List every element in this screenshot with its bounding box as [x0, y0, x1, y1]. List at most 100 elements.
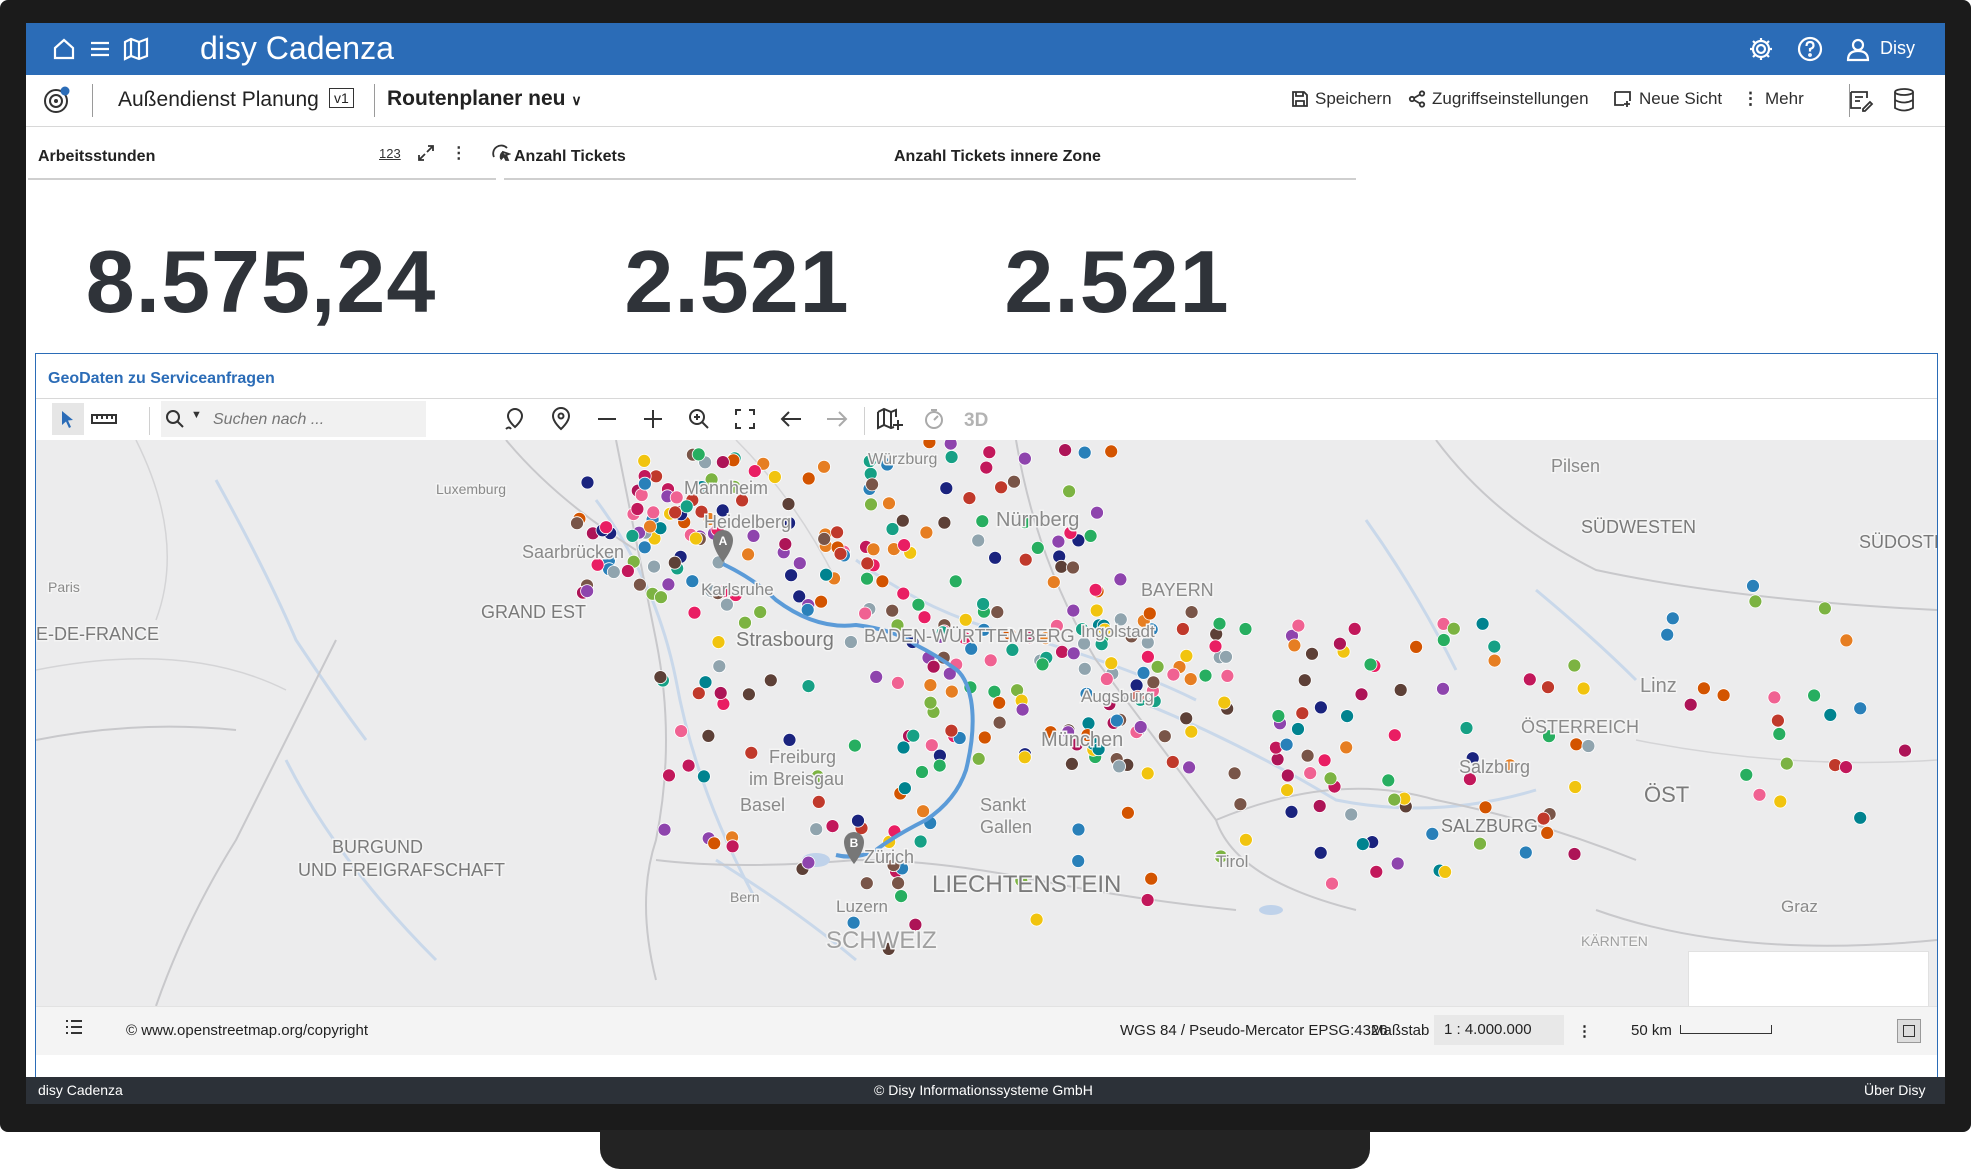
service-request-marker[interactable] — [1089, 603, 1104, 618]
service-request-marker[interactable] — [844, 635, 858, 649]
service-request-marker[interactable] — [975, 514, 990, 529]
service-request-marker[interactable] — [1300, 748, 1315, 763]
service-request-marker[interactable] — [971, 751, 986, 766]
service-request-marker[interactable] — [1541, 680, 1555, 695]
service-request-marker[interactable] — [763, 673, 778, 688]
target-icon[interactable] — [42, 85, 72, 120]
service-request-marker[interactable] — [811, 794, 826, 809]
service-request-marker[interactable] — [679, 499, 694, 514]
service-request-marker[interactable] — [1355, 837, 1370, 852]
service-request-marker[interactable] — [1220, 668, 1235, 683]
service-request-marker[interactable] — [801, 855, 816, 870]
service-request-marker[interactable] — [720, 597, 734, 612]
service-request-marker[interactable] — [697, 769, 711, 784]
service-request-marker[interactable] — [647, 559, 661, 574]
service-request-marker[interactable] — [1280, 783, 1294, 798]
gear-icon[interactable] — [1745, 33, 1777, 65]
service-request-marker[interactable] — [1112, 759, 1126, 774]
service-request-marker[interactable] — [1136, 665, 1151, 680]
service-request-marker[interactable] — [944, 723, 959, 738]
service-request-marker[interactable] — [1779, 756, 1794, 771]
service-request-marker[interactable] — [1081, 716, 1096, 731]
service-request-marker[interactable] — [1295, 706, 1310, 721]
service-request-marker[interactable] — [1344, 807, 1359, 822]
service-request-marker[interactable] — [1066, 560, 1080, 575]
service-request-marker[interactable] — [1150, 659, 1165, 674]
service-request-marker[interactable] — [667, 555, 682, 570]
service-request-marker[interactable] — [674, 724, 688, 739]
service-request-marker[interactable] — [1569, 737, 1584, 752]
service-request-marker[interactable] — [814, 594, 828, 609]
more-vert-icon[interactable]: ⋮ — [1577, 1022, 1592, 1040]
service-request-marker[interactable] — [580, 584, 594, 599]
service-request-marker[interactable] — [1144, 871, 1159, 886]
service-request-marker[interactable] — [778, 537, 793, 551]
service-request-marker[interactable] — [1184, 724, 1199, 739]
service-request-marker[interactable] — [983, 653, 998, 668]
expand-icon[interactable] — [417, 144, 435, 162]
service-request-marker[interactable] — [1748, 594, 1763, 609]
service-request-marker[interactable] — [896, 740, 911, 755]
about-link[interactable]: Über Disy — [1864, 1082, 1925, 1098]
service-request-marker[interactable] — [1066, 603, 1081, 618]
service-request-marker[interactable] — [1752, 787, 1767, 802]
service-request-marker[interactable] — [817, 459, 831, 474]
service-request-marker[interactable] — [1284, 804, 1299, 819]
service-request-marker[interactable] — [782, 732, 797, 747]
service-request-marker[interactable] — [1297, 673, 1312, 688]
service-request-marker[interactable] — [1062, 484, 1076, 499]
service-request-marker[interactable] — [906, 728, 921, 743]
service-request-marker[interactable] — [1393, 683, 1408, 697]
service-request-marker[interactable] — [898, 781, 912, 796]
service-request-marker[interactable] — [923, 678, 938, 693]
service-request-marker[interactable] — [1157, 729, 1172, 744]
service-request-marker[interactable] — [1473, 836, 1487, 851]
service-request-marker[interactable] — [1279, 737, 1294, 752]
service-request-marker[interactable] — [630, 502, 645, 516]
service-request-marker[interactable] — [1459, 721, 1474, 735]
service-request-marker[interactable] — [1818, 601, 1832, 616]
service-request-marker[interactable] — [1133, 720, 1148, 734]
service-request-marker[interactable] — [919, 525, 934, 540]
service-request-marker[interactable] — [1323, 771, 1338, 786]
service-request-marker[interactable] — [1065, 756, 1079, 771]
service-request-marker[interactable] — [896, 586, 911, 601]
service-request-marker[interactable] — [1029, 912, 1044, 927]
service-request-marker[interactable] — [948, 574, 963, 589]
service-request-marker[interactable] — [817, 532, 832, 546]
service-request-marker[interactable] — [916, 804, 930, 819]
service-request-marker[interactable] — [1176, 622, 1190, 636]
overview-toggle-icon[interactable] — [1897, 1019, 1921, 1043]
service-request-marker[interactable] — [1018, 451, 1032, 466]
service-request-marker[interactable] — [1077, 661, 1092, 676]
zoom-search-icon[interactable] — [683, 403, 715, 435]
service-request-marker[interactable] — [744, 745, 759, 760]
scale-input[interactable]: 1 : 4.000.000 — [1434, 1015, 1564, 1045]
service-request-marker[interactable] — [1354, 687, 1369, 702]
service-request-marker[interactable] — [654, 590, 668, 605]
service-request-marker[interactable] — [865, 477, 879, 492]
fit-extent-icon[interactable] — [729, 403, 761, 435]
service-request-marker[interactable] — [668, 505, 682, 520]
service-request-marker[interactable] — [979, 460, 994, 475]
service-request-marker[interactable] — [875, 574, 890, 589]
service-request-marker[interactable] — [1046, 575, 1061, 590]
service-request-marker[interactable] — [864, 497, 878, 512]
service-request-marker[interactable] — [1271, 709, 1286, 723]
arrow-forward-icon[interactable] — [821, 403, 853, 435]
zoom-out-icon[interactable] — [591, 403, 623, 435]
service-request-marker[interactable] — [885, 603, 900, 618]
service-request-marker[interactable] — [1387, 728, 1402, 743]
service-request-marker[interactable] — [1898, 743, 1912, 758]
service-request-marker[interactable] — [707, 836, 722, 851]
service-request-marker[interactable] — [1390, 856, 1405, 871]
service-request-marker[interactable] — [1212, 616, 1227, 631]
service-request-marker[interactable] — [801, 471, 816, 486]
service-request-marker[interactable] — [1438, 864, 1452, 879]
service-request-marker[interactable] — [1363, 657, 1378, 672]
service-request-marker[interactable] — [653, 670, 668, 685]
service-request-marker[interactable] — [962, 491, 977, 505]
service-request-marker[interactable] — [1140, 766, 1155, 781]
service-request-marker[interactable] — [742, 687, 756, 702]
service-request-marker[interactable] — [1347, 621, 1362, 636]
